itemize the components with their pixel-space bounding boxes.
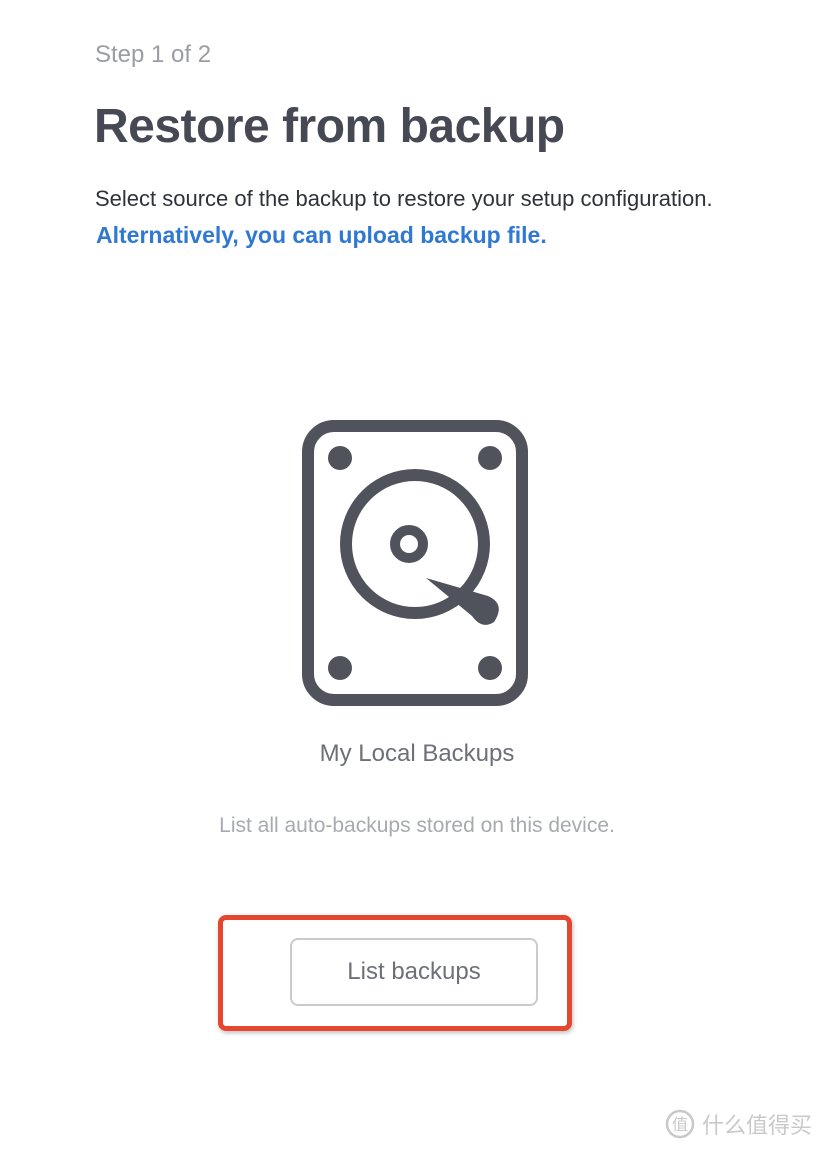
upload-backup-link[interactable]: Alternatively, you can upload backup fil…: [96, 220, 547, 250]
source-description: List all auto-backups stored on this dev…: [219, 814, 615, 837]
source-title: My Local Backups: [319, 740, 515, 767]
list-backups-button[interactable]: List backups: [290, 938, 538, 1006]
watermark-text: 什么值得买: [702, 1113, 813, 1138]
svg-text:值: 值: [672, 1115, 688, 1134]
page-title: Restore from backup: [94, 100, 565, 153]
watermark-logo-icon: 值: [665, 1109, 695, 1139]
step-indicator: Step 1 of 2: [95, 41, 212, 68]
page-description: Select source of the backup to restore y…: [95, 186, 713, 211]
watermark: 值 什么值得买: [664, 1104, 812, 1144]
hard-drive-icon: [302, 420, 528, 706]
